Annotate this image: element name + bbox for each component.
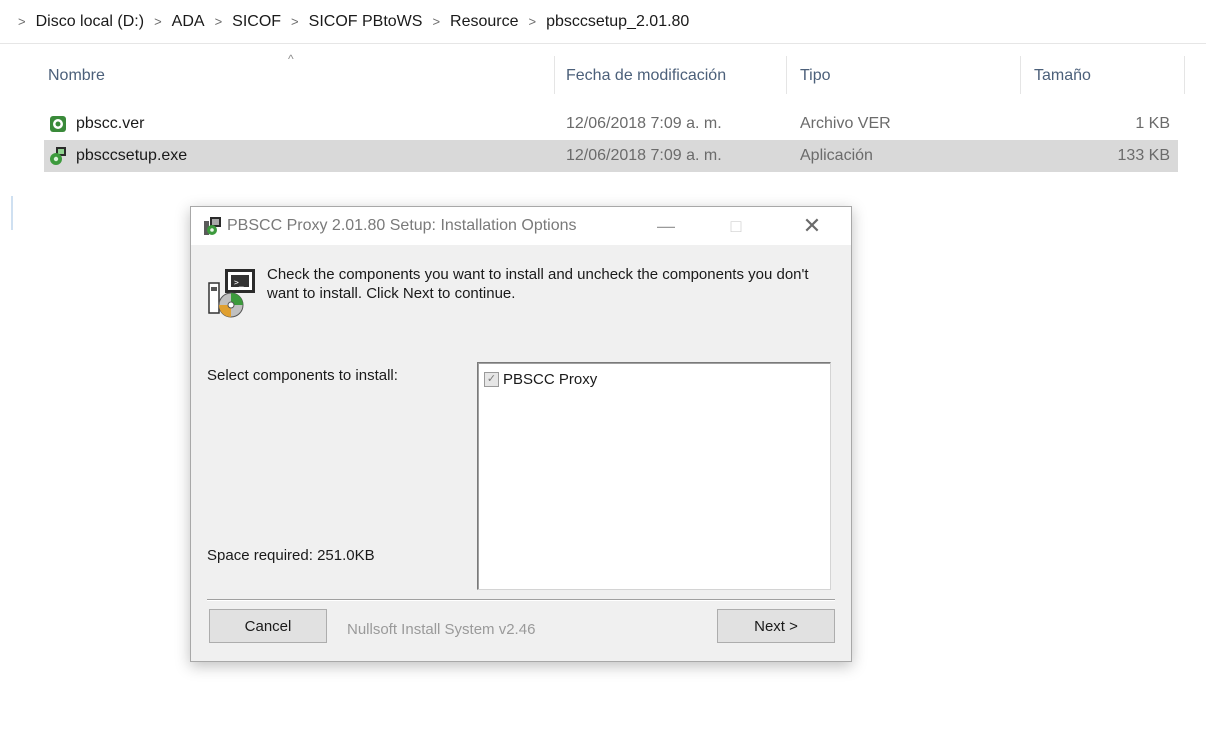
next-button[interactable]: Next > [717, 609, 835, 643]
installer-exe-icon [50, 147, 66, 165]
sort-ascending-icon: ^ [288, 52, 294, 66]
chevron-right-icon[interactable]: > [215, 14, 223, 29]
column-header-type[interactable]: Tipo [800, 58, 831, 94]
file-list: ^ Nombre Fecha de modificación Tipo Tama… [0, 44, 1206, 184]
file-type: Archivo VER [800, 115, 891, 132]
breadcrumb-item-sicof[interactable]: SICOF [232, 13, 281, 31]
breadcrumb-item-disco-local[interactable]: Disco local (D:) [36, 13, 144, 31]
dialog-title: PBSCC Proxy 2.01.80 Setup: Installation … [227, 217, 577, 234]
column-header-size[interactable]: Tamaño [1034, 58, 1091, 94]
file-date: 12/06/2018 7:09 a. m. [566, 147, 722, 164]
breadcrumb-item-resource[interactable]: Resource [450, 13, 518, 31]
chevron-right-icon[interactable]: > [18, 14, 26, 29]
cancel-button[interactable]: Cancel [209, 609, 327, 643]
file-type: Aplicación [800, 147, 873, 164]
minimize-button[interactable]: — [643, 207, 689, 245]
svg-text:>_: >_ [234, 278, 244, 287]
close-button[interactable]: ✕ [789, 207, 835, 245]
nsis-branding: Nullsoft Install System v2.46 [347, 621, 536, 638]
chevron-right-icon[interactable]: > [432, 14, 440, 29]
address-breadcrumb: > Disco local (D:) > ADA > SICOF > SICOF… [0, 0, 1206, 44]
file-row-pbscc-ver[interactable]: pbscc.ver 12/06/2018 7:09 a. m. Archivo … [44, 108, 1178, 140]
breadcrumb-item-ada[interactable]: ADA [172, 13, 205, 31]
breadcrumb-item-sicof-pbtows[interactable]: SICOF PBtoWS [309, 13, 423, 31]
file-date: 12/06/2018 7:09 a. m. [566, 115, 722, 132]
component-checkbox[interactable]: ✓ [484, 372, 499, 387]
column-divider[interactable] [1020, 56, 1021, 94]
column-divider[interactable] [1184, 56, 1185, 94]
dialog-titlebar[interactable]: PBSCC Proxy 2.01.80 Setup: Installation … [191, 207, 851, 245]
file-size: 133 KB [1117, 147, 1170, 164]
nav-pane-edge [11, 196, 13, 230]
file-size: 1 KB [1135, 115, 1170, 132]
dialog-separator [207, 599, 835, 601]
installer-app-icon [204, 217, 221, 235]
column-divider[interactable] [554, 56, 555, 94]
file-name-cell: pbsccsetup.exe [48, 140, 187, 172]
ver-file-icon [50, 116, 66, 132]
setup-computer-icon: >_ [208, 269, 255, 318]
component-item-pbscc-proxy[interactable]: ✓ PBSCC Proxy [484, 371, 597, 388]
column-header-date[interactable]: Fecha de modificación [566, 58, 726, 94]
select-components-label: Select components to install: [207, 367, 398, 384]
file-row-pbsccsetup-exe[interactable]: pbsccsetup.exe 12/06/2018 7:09 a. m. Apl… [44, 140, 1178, 172]
maximize-button[interactable]: □ [713, 207, 759, 245]
chevron-right-icon[interactable]: > [529, 14, 537, 29]
chevron-right-icon[interactable]: > [291, 14, 299, 29]
column-divider[interactable] [786, 56, 787, 94]
components-tree[interactable]: ✓ PBSCC Proxy [477, 362, 831, 590]
setup-dialog: PBSCC Proxy 2.01.80 Setup: Installation … [190, 206, 852, 662]
breadcrumb-item-pbsccsetup[interactable]: pbsccsetup_2.01.80 [546, 13, 689, 31]
file-name: pbscc.ver [76, 115, 145, 132]
dialog-instructions: Check the components you want to install… [267, 266, 809, 302]
component-label: PBSCC Proxy [503, 371, 598, 388]
file-name: pbsccsetup.exe [76, 147, 188, 164]
space-required-label: Space required: 251.0KB [207, 547, 375, 564]
dialog-header: >_ Check the components you want to inst… [191, 245, 851, 327]
column-header-name[interactable]: Nombre [48, 58, 105, 94]
chevron-right-icon[interactable]: > [154, 14, 162, 29]
file-name-cell: pbscc.ver [48, 108, 144, 140]
